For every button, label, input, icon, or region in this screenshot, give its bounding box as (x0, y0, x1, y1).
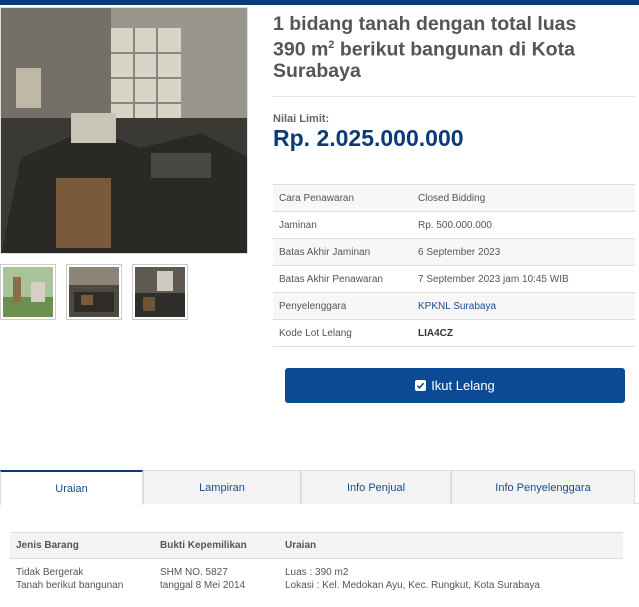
thumbnail-3[interactable] (132, 264, 188, 320)
info-value: Closed Bidding (418, 192, 486, 204)
table-row: Tidak Bergerak Tanah berikut bangunan SHM… (10, 559, 623, 592)
info-row: Cara Penawaran Closed Bidding (273, 185, 635, 212)
organizer-link[interactable]: KPKNL Surabaya (418, 301, 635, 312)
info-key: Jaminan (279, 219, 317, 231)
column-header: Jenis Barang (16, 540, 79, 551)
column-header: Bukti Kepemilikan (160, 540, 247, 551)
column-header: Uraian (285, 540, 317, 551)
auction-info-table: Cara Penawaran Closed Bidding Jaminan Rp. … (273, 184, 635, 347)
info-value: 7 September 2023 jam 10:45 WIB (418, 273, 569, 285)
tab-uraian[interactable]: Uraian (0, 470, 143, 505)
main-photo[interactable] (0, 7, 248, 254)
cell-bukti-kepemilikan: SHM NO. 5827 tanggal 8 Mei 2014 (160, 567, 246, 591)
top-accent-bar (0, 0, 639, 5)
info-key: Batas Akhir Penawaran (279, 273, 383, 285)
info-row: Batas Akhir Penawaran 7 September 2023 ja… (273, 266, 635, 293)
thumbnail-strip (0, 264, 188, 320)
cell-jenis-barang: Tidak Bergerak Tanah berikut bangunan (16, 567, 124, 591)
info-key: Penyelenggara (279, 300, 347, 312)
thumbnail-1[interactable] (0, 264, 56, 320)
page-title: 1 bidang tanah dengan total luas 390 m2 … (273, 14, 633, 82)
tab-info-penyelenggara[interactable]: Info Penyelenggara (451, 470, 635, 504)
tab-lampiran[interactable]: Lampiran (143, 470, 301, 504)
info-value: Rp. 500.000.000 (418, 219, 492, 231)
info-key: Cara Penawaran (279, 192, 355, 204)
cell-uraian: Luas : 390 m2 Lokasi : Kel. Medokan Ayu, … (285, 567, 540, 591)
info-row: Jaminan Rp. 500.000.000 (273, 212, 635, 239)
table-header: Jenis Barang Bukti Kepemilikan Uraian (10, 532, 623, 559)
info-value: 6 September 2023 (418, 246, 501, 258)
info-key: Kode Lot Lelang (279, 327, 352, 339)
title-divider (273, 96, 635, 97)
info-row: Batas Akhir Jaminan 6 September 2023 (273, 239, 635, 266)
tab-info-penjual[interactable]: Info Penjual (301, 470, 451, 504)
join-auction-button[interactable]: Ikut Lelang (285, 368, 625, 403)
title-line-1: 1 bidang tanah dengan total luas (273, 13, 577, 35)
item-detail-table: Jenis Barang Bukti Kepemilikan Uraian Ti… (10, 532, 623, 592)
join-auction-label: Ikut Lelang (431, 378, 495, 393)
info-key: Batas Akhir Jaminan (279, 246, 371, 258)
title-line-3: Surabaya (273, 59, 361, 82)
limit-value: Rp. 2.025.000.000 (273, 125, 464, 151)
limit-label: Nilai Limit: (273, 113, 330, 125)
info-row: Kode Lot Lelang LIA4CZ (273, 320, 635, 347)
check-square-icon (415, 380, 427, 391)
lot-code: LIA4CZ (418, 327, 453, 339)
info-row: Penyelenggara KPKNL Surabaya (273, 293, 635, 320)
thumbnail-2[interactable] (66, 264, 122, 320)
title-line-2: 390 m2 berikut bangunan di Kota (273, 38, 575, 61)
